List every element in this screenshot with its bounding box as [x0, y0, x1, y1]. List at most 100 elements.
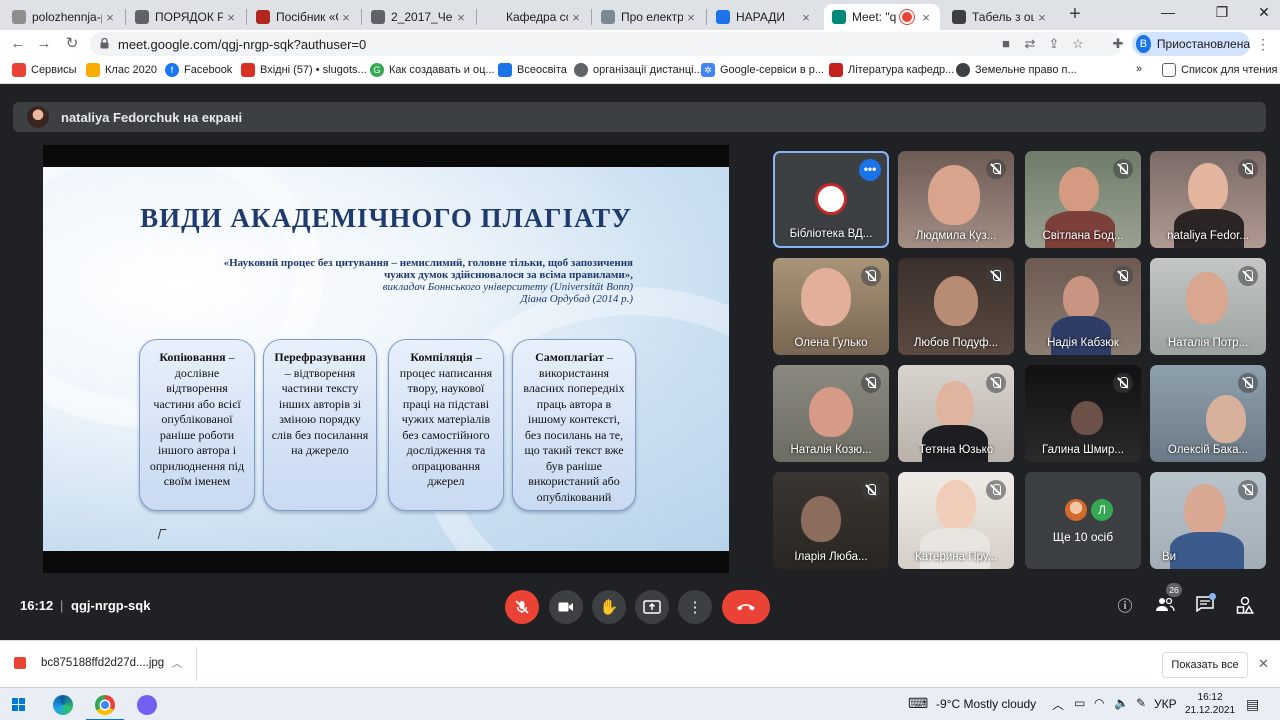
- bookmark-item[interactable]: ✲ Google-сервіси в р...: [701, 63, 824, 77]
- bookmark-item[interactable]: Сервисы: [12, 63, 77, 77]
- tab-separator: [361, 9, 362, 25]
- browser-tab[interactable]: Кафедра соці ×: [478, 4, 590, 30]
- more-bookmarks-icon[interactable]: »: [1136, 63, 1142, 75]
- translate-icon[interactable]: ⇄: [1022, 36, 1038, 52]
- participant-tile[interactable]: Світлана Бод...: [1025, 151, 1141, 248]
- participant-count-badge: 26: [1166, 583, 1182, 597]
- bookmark-item[interactable]: Земельне право п...: [956, 63, 1077, 77]
- volume-icon[interactable]: 🔈: [1114, 696, 1129, 710]
- library-logo-icon: [815, 183, 847, 215]
- show-all-downloads-button[interactable]: Показать все: [1162, 652, 1248, 678]
- bookmark-item[interactable]: f Facebook: [165, 63, 232, 77]
- participant-video: [1206, 395, 1246, 443]
- raise-hand-button[interactable]: ✋: [592, 590, 626, 624]
- participant-tile[interactable]: Наталія Потр...: [1150, 258, 1266, 355]
- participant-tile[interactable]: Олена Гулько: [773, 258, 889, 355]
- bookmark-label: Google-сервіси в р...: [720, 64, 825, 76]
- participant-tile[interactable]: nataliya Fedor...: [1150, 151, 1266, 248]
- bookmark-item[interactable]: Література кафедр...: [829, 63, 954, 77]
- participant-tile[interactable]: Людмила Куз...: [898, 151, 1014, 248]
- close-tab-icon[interactable]: ×: [338, 10, 354, 25]
- close-tab-icon[interactable]: ×: [568, 10, 584, 25]
- participant-tile[interactable]: Галина Шмир...: [1025, 365, 1141, 462]
- address-bar[interactable]: meet.google.com/qgj-nrgp-sqk?authuser=0 …: [90, 32, 1122, 56]
- bookmark-item[interactable]: Вхідні (57) • slugots...: [241, 63, 367, 77]
- self-tile[interactable]: Ви: [1150, 472, 1266, 569]
- activities-icon[interactable]: [1234, 596, 1256, 618]
- browser-menu-icon[interactable]: ⋮: [1256, 36, 1270, 53]
- wifi-icon[interactable]: ◠: [1094, 696, 1104, 710]
- browser-tab[interactable]: Посібник «Св ×: [248, 4, 360, 30]
- download-item[interactable]: bc875188ffd2d27d....jpg: [14, 657, 164, 669]
- input-language[interactable]: УКР: [1154, 697, 1177, 711]
- close-tab-icon[interactable]: ×: [918, 10, 934, 25]
- bookmark-item[interactable]: Клас 2020: [86, 63, 157, 77]
- chevron-up-icon[interactable]: ︿: [1052, 696, 1064, 713]
- reading-list[interactable]: Список для чтения: [1162, 63, 1277, 77]
- minimize-button[interactable]: —: [1154, 4, 1182, 20]
- close-tab-icon[interactable]: ×: [223, 10, 239, 25]
- keyboard-icon[interactable]: ⌨: [908, 695, 928, 712]
- close-tab-icon[interactable]: ×: [798, 10, 814, 25]
- participant-name: Людмила Куз...: [915, 230, 997, 242]
- notifications-icon[interactable]: ▤: [1246, 696, 1259, 713]
- bookmark-item[interactable]: Всеосвіта: [498, 63, 567, 77]
- participant-video: [1188, 163, 1228, 213]
- bookmark-item[interactable]: G Как создавать и оц...: [370, 63, 495, 77]
- extensions-icon[interactable]: ✚: [1110, 36, 1126, 52]
- browser-tab[interactable]: Про електрон ×: [593, 4, 705, 30]
- card-text: – процес написання твору, наукової праці…: [399, 350, 493, 488]
- weather-widget[interactable]: -9°C Mostly cloudy: [936, 697, 1036, 711]
- participant-tile[interactable]: Любов Подуф...: [898, 258, 1014, 355]
- present-screen-button[interactable]: [635, 590, 669, 624]
- profile-button[interactable]: B Приостановлена: [1132, 32, 1250, 56]
- new-tab-button[interactable]: +: [1064, 4, 1086, 26]
- shared-screen: ВИДИ АКАДЕМІЧНОГО ПЛАГІАТУ «Науковий про…: [43, 145, 729, 573]
- participant-tile[interactable]: Олексій Бака...: [1150, 365, 1266, 462]
- bookmark-star-icon[interactable]: ☆: [1070, 36, 1086, 52]
- close-icon[interactable]: ✕: [1258, 656, 1269, 672]
- leave-call-button[interactable]: [722, 590, 770, 624]
- restore-button[interactable]: ❐: [1208, 4, 1236, 21]
- back-button[interactable]: ←: [8, 34, 28, 54]
- more-participants-tile[interactable]: Л Ще 10 осіб: [1025, 472, 1141, 569]
- close-tab-icon[interactable]: ×: [453, 10, 469, 25]
- camera-icon[interactable]: ■: [998, 36, 1014, 52]
- participant-tile[interactable]: Тетяна Юзько: [898, 365, 1014, 462]
- viber-icon[interactable]: [137, 695, 157, 715]
- share-icon[interactable]: ⇪: [1046, 36, 1062, 52]
- edge-icon[interactable]: [53, 695, 73, 715]
- reload-button[interactable]: ↻: [62, 34, 82, 54]
- forward-button[interactable]: →: [34, 34, 54, 54]
- browser-tab[interactable]: polozhennja-p ×: [4, 4, 124, 30]
- participant-tile[interactable]: Іларія Люба...: [773, 472, 889, 569]
- participant-tile[interactable]: Наталія Козю...: [773, 365, 889, 462]
- more-options-icon[interactable]: •••: [859, 159, 881, 181]
- system-clock[interactable]: 16:12 21.12.2021: [1185, 691, 1235, 717]
- browser-tab[interactable]: Табель з оці ×: [944, 4, 1056, 30]
- people-icon[interactable]: [1154, 596, 1176, 618]
- close-tab-icon[interactable]: ×: [102, 10, 118, 25]
- browser-tab[interactable]: ПОРЯДОК РО ×: [127, 4, 245, 30]
- participant-tile[interactable]: Надія Кабзюк: [1025, 258, 1141, 355]
- pen-icon[interactable]: ✎: [1136, 696, 1146, 710]
- network-icon[interactable]: ▭: [1074, 696, 1085, 710]
- bookmark-item[interactable]: організації дистанці...: [574, 63, 703, 77]
- plagiarism-type-card: Копіювання – дослівне відтворення частин…: [139, 339, 255, 511]
- windows-start-icon[interactable]: [12, 698, 25, 711]
- close-tab-icon[interactable]: ×: [1034, 10, 1050, 25]
- browser-tab[interactable]: 2_2017_Черн ×: [363, 4, 475, 30]
- participant-tile[interactable]: Катерина Пру...: [898, 472, 1014, 569]
- close-window-button[interactable]: ✕: [1250, 4, 1278, 21]
- chevron-up-icon[interactable]: ︿: [172, 655, 182, 670]
- tab-separator: [476, 9, 477, 25]
- chrome-icon[interactable]: [95, 695, 115, 715]
- browser-tab-active[interactable]: Meet: "q ×: [824, 4, 940, 30]
- close-tab-icon[interactable]: ×: [683, 10, 699, 25]
- more-options-button[interactable]: ⋮: [678, 590, 712, 624]
- meeting-details-icon[interactable]: ⓘ: [1114, 596, 1136, 618]
- participant-tile[interactable]: ••• Бібліотека ВД...: [773, 151, 889, 248]
- microphone-toggle[interactable]: [505, 590, 539, 624]
- browser-tab[interactable]: НАРАДИ ×: [708, 4, 820, 30]
- camera-toggle[interactable]: [549, 590, 583, 624]
